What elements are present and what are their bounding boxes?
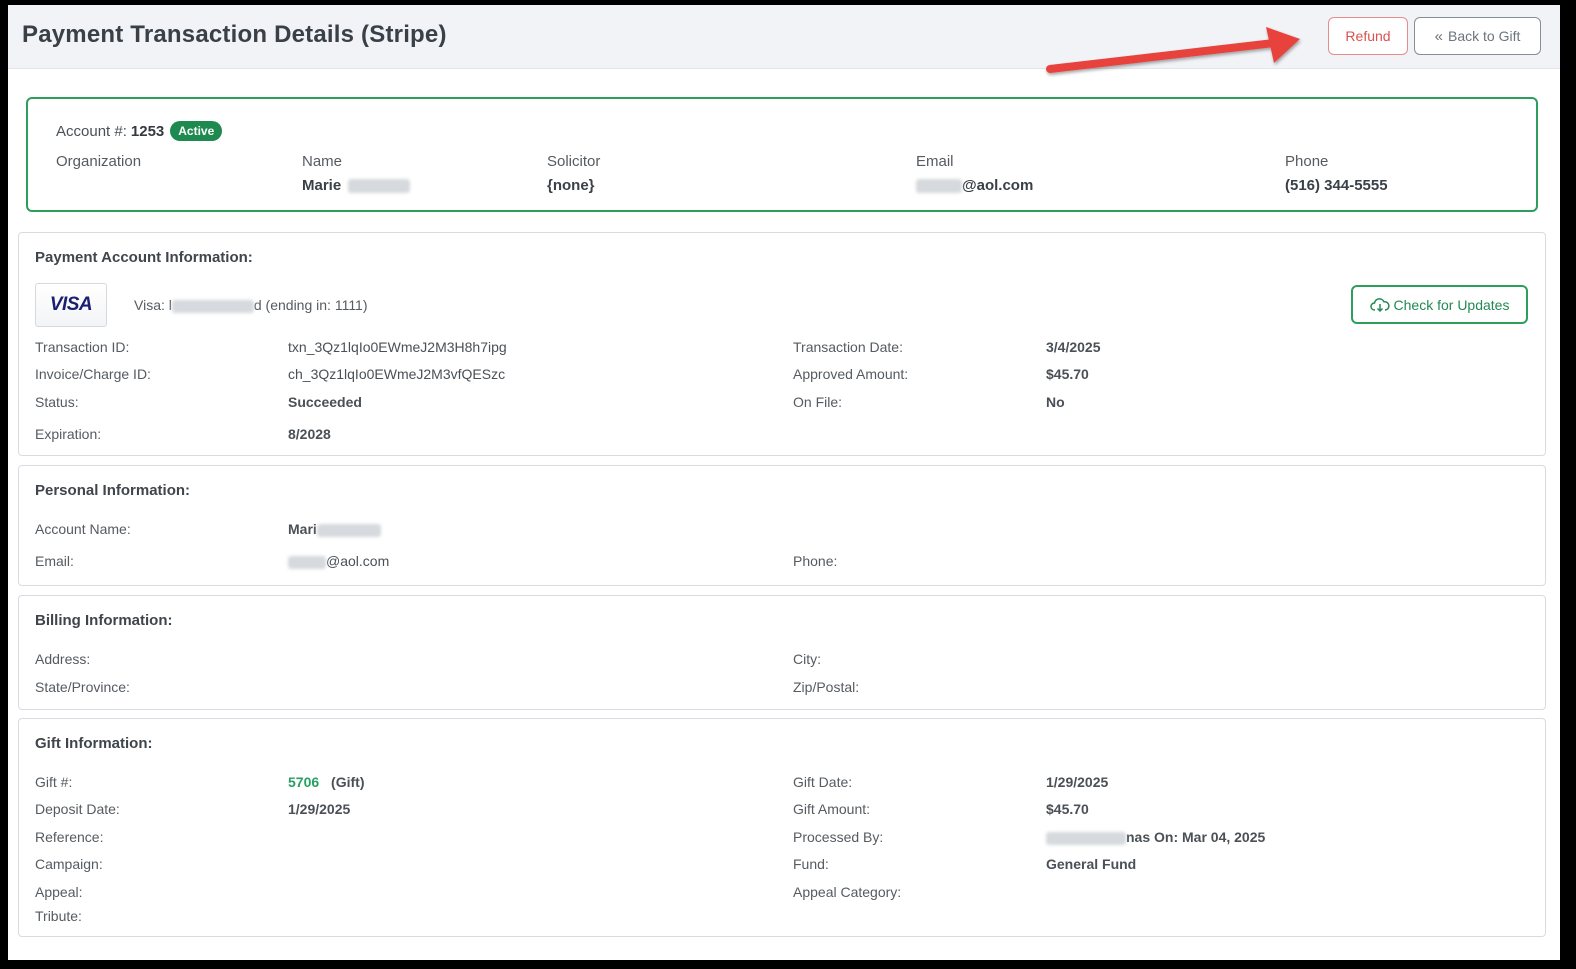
account-summary-card: Account #: 1253 Active Organization Name… [26,97,1538,212]
on-file-value: No [1046,394,1065,410]
appeal-category-label: Appeal Category: [793,884,902,900]
payment-account-section: Payment Account Information: VISA Visa: … [18,232,1546,456]
redacted-text [916,179,962,194]
name-text: Marie [302,177,342,194]
reference-label: Reference: [35,829,104,845]
processed-on-text: nas On: Mar 04, 2025 [1126,829,1266,845]
email-domain: @aol.com [962,177,1034,194]
transaction-id-value: txn_3Qz1lqIo0EWmeJ2M3H8h7ipg [288,339,507,355]
section-title: Payment Account Information: [35,249,253,266]
fund-label: Fund: [793,856,829,872]
phone-label: Phone [1285,153,1329,170]
address-label: Address: [35,651,91,667]
deposit-date-value: 1/29/2025 [288,801,351,817]
gift-number-link[interactable]: 5706 [288,774,319,790]
account-number: 1253 [130,122,165,140]
redacted-text [316,523,381,537]
personal-email-label: Email: [35,553,74,569]
cloud-download-icon [1369,297,1390,312]
gift-number-label: Gift #: [35,774,73,790]
visa-card-icon: VISA [35,283,107,327]
expiration-label: Expiration: [35,426,102,442]
approved-amount-value: $45.70 [1046,366,1089,382]
transaction-id-label: Transaction ID: [35,339,130,355]
billing-info-section: Billing Information: Address: State/Prov… [18,595,1546,710]
gift-date-label: Gift Date: [793,774,853,790]
name-label: Name [302,153,343,170]
section-title: Personal Information: [35,482,191,499]
transaction-date-value: 3/4/2025 [1046,339,1101,355]
processed-by-value: nas On: Mar 04, 2025 [1046,829,1265,845]
processed-by-label: Processed By: [793,829,884,845]
account-name-label: Account Name: [35,521,131,537]
personal-phone-label: Phone: [793,553,838,569]
account-name-value: Mari [288,521,381,537]
expiration-value: 8/2028 [288,426,331,442]
invoice-charge-id-value: ch_3Qz1lqIo0EWmeJ2M3vfQESzc [288,366,506,382]
gift-number-value: 5706 (Gift) [288,774,364,790]
city-label: City: [793,651,821,667]
section-title: Billing Information: [35,612,173,629]
refund-button[interactable]: Refund [1328,17,1408,55]
status-value: Succeeded [288,394,362,410]
fund-value: General Fund [1046,856,1137,872]
redacted-text [1046,831,1126,845]
approved-amount-label: Approved Amount: [793,366,909,382]
zip-postal-label: Zip/Postal: [793,679,860,695]
solicitor-label: Solicitor [547,153,601,170]
card-brand: VISA [49,294,93,315]
gift-info-section: Gift Information: Gift #: 5706 (Gift) De… [18,718,1546,937]
gift-type: (Gift) [331,774,365,790]
redacted-text [288,555,326,569]
check-for-updates-label: Check for Updates [1393,296,1510,313]
gift-amount-value: $45.70 [1046,801,1089,817]
redacted-text [171,299,254,313]
deposit-date-label: Deposit Date: [35,801,120,817]
gift-amount-label: Gift Amount: [793,801,871,817]
on-file-label: On File: [793,394,843,410]
card-prefix: Visa: l [134,297,172,313]
name-value: Marie [302,177,411,194]
account-number-line: Account #: 1253 Active [56,121,223,141]
account-number-label: Account #: [56,122,127,140]
phone-value: (516) 344-5555 [1285,177,1388,194]
double-chevron-left-icon: « [1434,27,1443,45]
personal-info-section: Personal Information: Account Name: Mari… [18,465,1546,586]
status-label: Status: [35,394,79,410]
appeal-label: Appeal: [35,884,83,900]
page-title: Payment Transaction Details (Stripe) [22,21,447,48]
annotation-arrow-icon [1046,27,1300,73]
email-label: Email [916,153,954,170]
card-description: Visa: l d (ending in: 1111) [134,297,368,313]
solicitor-value: {none} [547,177,595,194]
invoice-charge-id-label: Invoice/Charge ID: [35,366,151,382]
refund-button-label: Refund [1345,28,1391,44]
check-for-updates-button[interactable]: Check for Updates [1351,285,1528,324]
state-province-label: State/Province: [35,679,130,695]
card-suffix: d (ending in: 1111) [253,297,368,313]
back-to-gift-button[interactable]: « Back to Gift [1414,17,1541,55]
page-header: Payment Transaction Details (Stripe) Ref… [8,5,1560,69]
email-value: @aol.com [916,177,1033,194]
status-badge: Active [170,121,223,141]
account-name-text: Mari [288,521,317,537]
transaction-date-label: Transaction Date: [793,339,903,355]
back-to-gift-label: Back to Gift [1447,28,1521,44]
redacted-text [348,179,411,194]
personal-email-value: @aol.com [288,553,389,569]
page-frame: Payment Transaction Details (Stripe) Ref… [8,5,1560,960]
tribute-label: Tribute: [35,908,82,924]
personal-email-domain: @aol.com [326,553,390,569]
gift-date-value: 1/29/2025 [1046,774,1109,790]
campaign-label: Campaign: [35,856,103,872]
organization-label: Organization [56,153,142,170]
section-title: Gift Information: [35,735,153,752]
